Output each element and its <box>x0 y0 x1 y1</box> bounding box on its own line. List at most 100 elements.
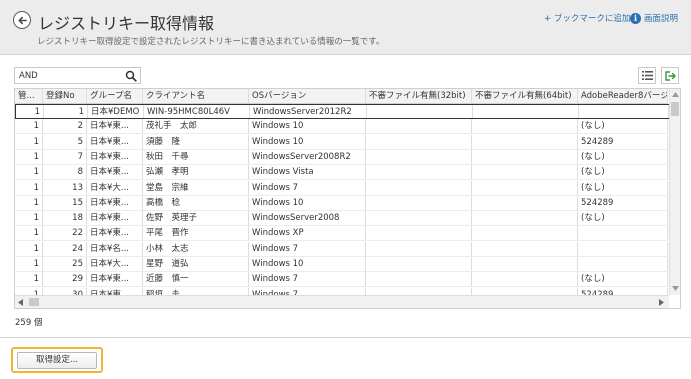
table-row[interactable]: 1 8 日本¥東... 弘瀬 孝明 Windows Vista (なし) <box>15 165 668 181</box>
table-cell <box>366 272 472 287</box>
table-cell <box>472 257 578 271</box>
list-icon <box>641 71 653 80</box>
column-header[interactable]: 不審ファイル有無(32bit) <box>366 89 472 103</box>
table-cell: 1 <box>15 257 43 271</box>
table-cell: (なし) <box>578 119 668 134</box>
scroll-right-icon[interactable] <box>659 299 664 306</box>
table-cell: Windows 7 <box>249 272 366 287</box>
table-cell: 1 <box>15 211 43 226</box>
table-cell: Windows 10 <box>249 134 366 149</box>
table-header-row: 管... 登録No グループ名 クライアント名 OSバージョン 不審ファイル有無(32bi… <box>15 89 668 104</box>
table-cell <box>366 211 472 226</box>
table-cell <box>472 195 578 210</box>
table-cell: 7 <box>43 149 87 164</box>
acquisition-settings-label: 取得設定... <box>17 351 97 369</box>
table-cell: (なし) <box>578 211 668 226</box>
table-cell <box>366 165 472 180</box>
column-header[interactable]: OSバージョン <box>249 89 366 103</box>
registry-table: 管... 登録No グループ名 クライアント名 OSバージョン 不審ファイル有無(32bi… <box>14 88 681 309</box>
table-cell: WIN-95HMC80L46V <box>144 105 250 118</box>
table-row[interactable]: 1 1 日本¥DEMO WIN-95HMC80L46V WindowsServer201… <box>15 104 669 119</box>
table-row[interactable]: 1 2 日本¥東... 茂礼手 太郎 Windows 10 (なし) <box>15 119 668 135</box>
table-cell: 高橋 稔 <box>143 195 249 210</box>
table-cell: 日本¥東... <box>87 272 143 287</box>
table-row[interactable]: 1 15 日本¥東... 高橋 稔 Windows 10 524289 <box>15 195 668 211</box>
help-link-label: 画面説明 <box>644 14 679 24</box>
table-cell: Windows 7 <box>249 287 366 295</box>
search-input[interactable] <box>15 68 123 83</box>
table-cell: (なし) <box>578 272 668 287</box>
table-cell: 5 <box>43 134 87 149</box>
back-button[interactable] <box>13 11 31 29</box>
table-cell: Windows XP <box>249 226 366 241</box>
table-cell: 日本¥東... <box>87 149 143 164</box>
scroll-left-icon[interactable] <box>18 299 23 306</box>
table-row[interactable]: 1 13 日本¥大... 堂島 宗維 Windows 7 (なし) <box>15 180 668 196</box>
table-cell: 平尾 晋作 <box>143 226 249 241</box>
table-row[interactable]: 1 22 日本¥東... 平尾 晋作 Windows XP <box>15 226 668 242</box>
vertical-scrollbar[interactable] <box>669 89 680 295</box>
table-cell: 弘瀬 孝明 <box>143 165 249 180</box>
search-icon[interactable] <box>125 70 137 82</box>
scroll-up-icon[interactable] <box>672 92 679 97</box>
table-cell: 1 <box>15 226 43 241</box>
table-cell: 日本¥東... <box>87 134 143 149</box>
table-cell: 日本¥大... <box>87 257 143 271</box>
table-row[interactable]: 1 29 日本¥東... 近藤 慎一 Windows 7 (なし) <box>15 272 668 288</box>
table-cell: 18 <box>43 211 87 226</box>
table-body: 管... 登録No グループ名 クライアント名 OSバージョン 不審ファイル有無(32bi… <box>15 89 669 295</box>
table-cell: 佐野 英理子 <box>143 211 249 226</box>
export-icon <box>664 70 676 81</box>
table-cell: 1 <box>15 241 43 256</box>
table-row[interactable]: 1 30 日本¥東... 稲垣 圭 Windows 7 524289 <box>15 287 668 295</box>
info-icon: i <box>630 12 641 24</box>
table-cell: 1 <box>44 105 88 118</box>
column-header[interactable]: クライアント名 <box>143 89 249 103</box>
table-cell: 秋田 千尋 <box>143 149 249 164</box>
list-view-button[interactable] <box>638 67 656 84</box>
table-cell <box>366 241 472 256</box>
scroll-down-icon[interactable] <box>672 286 679 291</box>
table-row[interactable]: 1 5 日本¥東... 須藤 隆 Windows 10 524289 <box>15 134 668 150</box>
page-title: レジストリキー取得情報 <box>38 14 215 33</box>
table-cell <box>472 272 578 287</box>
table-cell: 堂島 宗維 <box>143 180 249 195</box>
table-row[interactable]: 1 24 日本¥名... 小林 太志 Windows 7 <box>15 241 668 257</box>
horizontal-scrollbar[interactable] <box>15 295 669 308</box>
table-cell <box>472 149 578 164</box>
table-row[interactable]: 1 7 日本¥東... 秋田 千尋 WindowsServer2008R2 (なし) <box>15 149 668 165</box>
help-link[interactable]: i 画面説明 <box>630 12 678 24</box>
vertical-scroll-thumb[interactable] <box>671 102 679 116</box>
table-row[interactable]: 1 18 日本¥東... 佐野 英理子 WindowsServer2008 (なし) <box>15 211 668 227</box>
table-cell: (なし) <box>578 165 668 180</box>
column-header[interactable]: AdobeReader8バージ <box>578 89 668 103</box>
column-header[interactable]: 管... <box>15 89 43 103</box>
page-description: レジストリキー取得設定で設定されたレジストリキーに書き込まれている情報の一覧です… <box>37 37 385 47</box>
table-cell: 日本¥DEMO <box>88 105 144 118</box>
export-button[interactable] <box>661 67 679 84</box>
table-cell <box>366 180 472 195</box>
table-cell: 524289 <box>578 134 668 149</box>
table-row[interactable]: 1 25 日本¥大... 星野 道弘 Windows 10 <box>15 257 668 272</box>
table-cell <box>472 226 578 241</box>
table-cell: 日本¥名... <box>87 241 143 256</box>
column-header[interactable]: グループ名 <box>87 89 143 103</box>
table-cell: 8 <box>43 165 87 180</box>
table-cell <box>366 134 472 149</box>
table-cell: 524289 <box>578 287 668 295</box>
add-bookmark-link[interactable]: + ブックマークに追加 <box>544 12 630 24</box>
table-cell: 1 <box>15 165 43 180</box>
table-cell: WindowsServer2008R2 <box>249 149 366 164</box>
table-cell: (なし) <box>578 180 668 195</box>
column-header[interactable]: 登録No <box>43 89 87 103</box>
table-cell: Windows 7 <box>249 241 366 256</box>
table-cell <box>366 257 472 271</box>
table-cell: 13 <box>43 180 87 195</box>
horizontal-scroll-thumb[interactable] <box>29 298 39 306</box>
column-header[interactable]: 不審ファイル有無(64bit) <box>472 89 578 103</box>
table-cell: 日本¥東... <box>87 211 143 226</box>
table-cell: WindowsServer2012R2 <box>250 105 367 118</box>
acquisition-settings-button[interactable]: 取得設定... <box>11 347 103 373</box>
search-box <box>14 67 141 84</box>
table-cell <box>578 226 668 241</box>
